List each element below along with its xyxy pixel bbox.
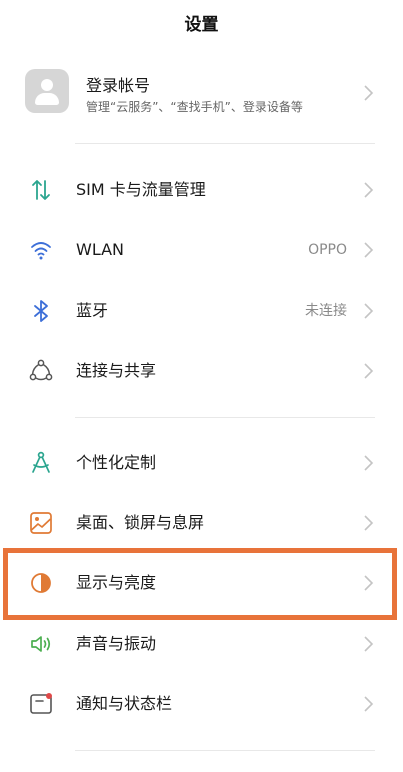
chevron-right-icon bbox=[363, 695, 375, 713]
page-title: 设置 bbox=[184, 14, 219, 35]
sidebar-item-sim-data[interactable]: SIM 卡与流量管理 bbox=[0, 160, 403, 220]
highlight-annotation-box bbox=[3, 548, 397, 620]
bluetooth-label: 蓝牙 bbox=[76, 301, 109, 320]
chevron-right-icon bbox=[363, 362, 375, 380]
wlan-label: WLAN bbox=[76, 240, 125, 259]
chevron-right-icon bbox=[363, 302, 375, 320]
sidebar-item-wallpaper[interactable]: 桌面、锁屏与息屏 bbox=[0, 493, 403, 553]
wifi-icon bbox=[28, 237, 54, 263]
personalization-icon bbox=[28, 450, 54, 476]
sidebar-item-sound-vibration[interactable]: 声音与振动 bbox=[0, 614, 403, 674]
chevron-right-icon bbox=[363, 635, 375, 653]
divider bbox=[75, 417, 375, 418]
notification-label: 通知与状态栏 bbox=[76, 694, 173, 713]
account-subtitle: 管理“云服务”、“查找手机”、登录设备等 bbox=[86, 100, 303, 114]
sidebar-item-connection-share[interactable]: 连接与共享 bbox=[0, 341, 403, 401]
sound-vibration-icon bbox=[28, 631, 54, 657]
account-login-row[interactable]: 登录帐号 管理“云服务”、“查找手机”、登录设备等 bbox=[0, 60, 403, 126]
bluetooth-value: 未连接 bbox=[305, 303, 347, 319]
wallpaper-label: 桌面、锁屏与息屏 bbox=[76, 513, 205, 532]
chevron-right-icon bbox=[363, 84, 375, 102]
divider bbox=[75, 143, 375, 144]
notification-icon bbox=[28, 691, 54, 717]
connection-share-icon bbox=[28, 358, 54, 384]
sidebar-item-notification[interactable]: 通知与状态栏 bbox=[0, 674, 403, 734]
wallpaper-icon bbox=[28, 510, 54, 536]
avatar bbox=[25, 69, 69, 113]
chevron-right-icon bbox=[363, 514, 375, 532]
personalization-label: 个性化定制 bbox=[76, 453, 157, 472]
sim-data-icon bbox=[28, 177, 54, 203]
wlan-value: OPPO bbox=[308, 242, 347, 258]
chevron-right-icon bbox=[363, 181, 375, 199]
chevron-right-icon bbox=[363, 454, 375, 472]
sidebar-item-personalization[interactable]: 个性化定制 bbox=[0, 433, 403, 493]
connection-share-label: 连接与共享 bbox=[76, 361, 157, 380]
sound-vibration-label: 声音与振动 bbox=[76, 634, 157, 653]
sidebar-item-bluetooth[interactable]: 蓝牙 未连接 bbox=[0, 281, 403, 341]
chevron-right-icon bbox=[363, 241, 375, 259]
sim-data-label: SIM 卡与流量管理 bbox=[76, 180, 206, 199]
divider bbox=[75, 750, 375, 751]
account-title: 登录帐号 bbox=[86, 76, 151, 95]
bluetooth-icon bbox=[28, 298, 54, 324]
sidebar-item-wlan[interactable]: WLAN OPPO bbox=[0, 220, 403, 280]
